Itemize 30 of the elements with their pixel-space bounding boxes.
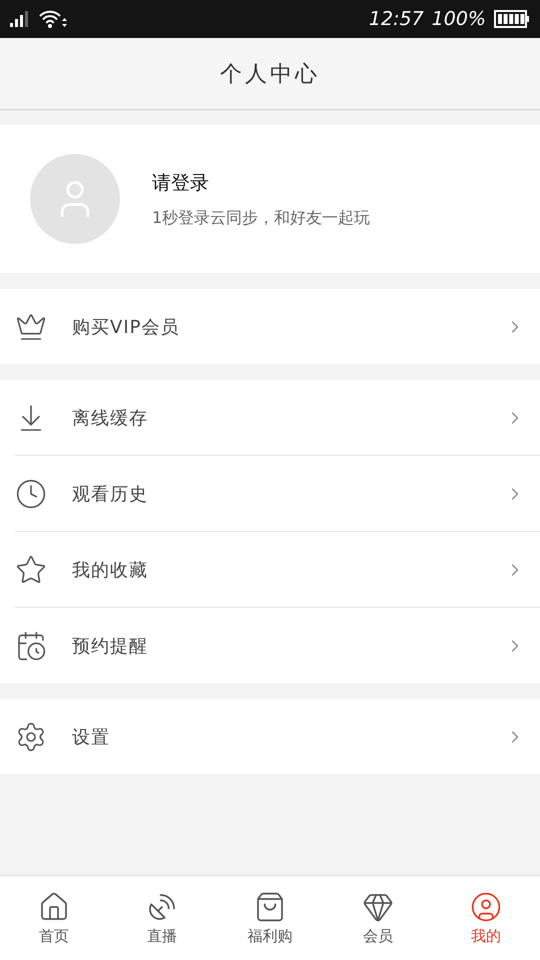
login-subtitle: 1秒登录云同步，和好友一起玩 [152,208,370,228]
calendar-icon [15,630,47,662]
menu-row[interactable]: 我的收藏 [15,532,540,608]
nav-tab[interactable]: 福利购 [216,876,324,960]
menu-label: 购买VIP会员 [72,316,180,338]
menu-label: 设置 [72,726,111,748]
clock-time: 12:57 [368,8,424,30]
nav-tab[interactable]: 会员 [324,876,432,960]
nav-tab[interactable]: 我的 [432,876,540,960]
login-title: 请登录 [152,170,210,196]
menu-row[interactable]: 预约提醒 [15,608,540,683]
menu-row[interactable]: 离线缓存 [15,380,540,456]
battery-percent: 100% [432,8,486,30]
house-icon [38,890,70,922]
wifi-icon [38,9,68,29]
user-icon [470,890,502,922]
menu-label: 离线缓存 [72,406,149,430]
nav-tab[interactable]: 直播 [108,876,216,960]
page-title: 个人中心 [220,60,320,88]
nav-tab[interactable]: 首页 [0,876,108,960]
menu-row[interactable]: 观看历史 [15,456,540,532]
menu-label: 我的收藏 [72,558,149,582]
signal-icon [10,11,30,27]
shopping-bag-icon [254,890,286,922]
battery-icon [494,10,530,28]
profile-card[interactable]: 请登录 1秒登录云同步，和好友一起玩 [0,125,540,273]
menu-label: 观看历史 [72,482,149,506]
clock-icon [15,478,47,510]
star-icon [15,554,47,586]
menu-label: 预约提醒 [72,634,149,658]
